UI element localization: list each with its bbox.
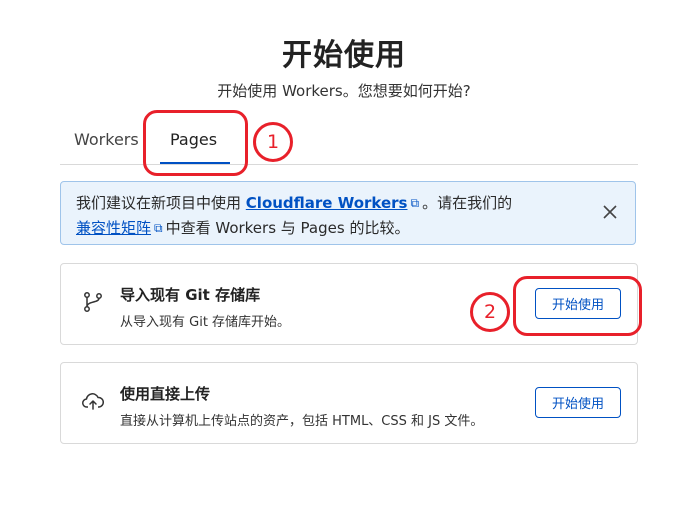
card-title: 导入现有 Git 存储库 xyxy=(120,286,261,304)
card-description: 从导入现有 Git 存储库开始。 xyxy=(120,315,291,330)
annotation-marker-2: 2 xyxy=(470,292,510,332)
page-title: 开始使用 xyxy=(282,38,406,73)
annotation-marker-1: 1 xyxy=(253,122,293,162)
card-title: 使用直接上传 xyxy=(120,385,211,403)
get-started-page: 开始使用 开始使用 Workers。您想要如何开始? Workers Pages… xyxy=(0,0,688,507)
notice-text-2: 。请在我们的 xyxy=(422,194,513,212)
notice-text-3: 中查看 Workers 与 Pages 的比较。 xyxy=(165,219,410,237)
card-description: 直接从计算机上传站点的资产，包括 HTML、CSS 和 JS 文件。 xyxy=(120,414,484,429)
tab-workers[interactable]: Workers xyxy=(74,130,139,149)
compatibility-matrix-link[interactable]: 兼容性矩阵 xyxy=(76,219,151,237)
cloud-upload-icon xyxy=(82,393,105,410)
external-link-icon: ⧉ xyxy=(154,221,163,235)
external-link-icon: ⧉ xyxy=(410,196,420,210)
close-icon[interactable] xyxy=(601,203,619,221)
cloudflare-workers-link[interactable]: Cloudflare Workers xyxy=(246,194,408,212)
annotation-highlight-button xyxy=(513,276,642,336)
annotation-highlight-tab xyxy=(143,110,248,176)
page-subtitle: 开始使用 Workers。您想要如何开始? xyxy=(217,82,471,100)
recommendation-notice: 我们建议在新项目中使用 Cloudflare Workers ⧉ 。请在我们的 兼容… xyxy=(60,181,636,245)
upload-get-started-button[interactable]: 开始使用 xyxy=(535,387,621,418)
git-branch-icon xyxy=(84,292,102,312)
notice-text-1: 我们建议在新项目中使用 xyxy=(76,194,242,212)
direct-upload-card: 使用直接上传 直接从计算机上传站点的资产，包括 HTML、CSS 和 JS 文件… xyxy=(60,362,638,444)
